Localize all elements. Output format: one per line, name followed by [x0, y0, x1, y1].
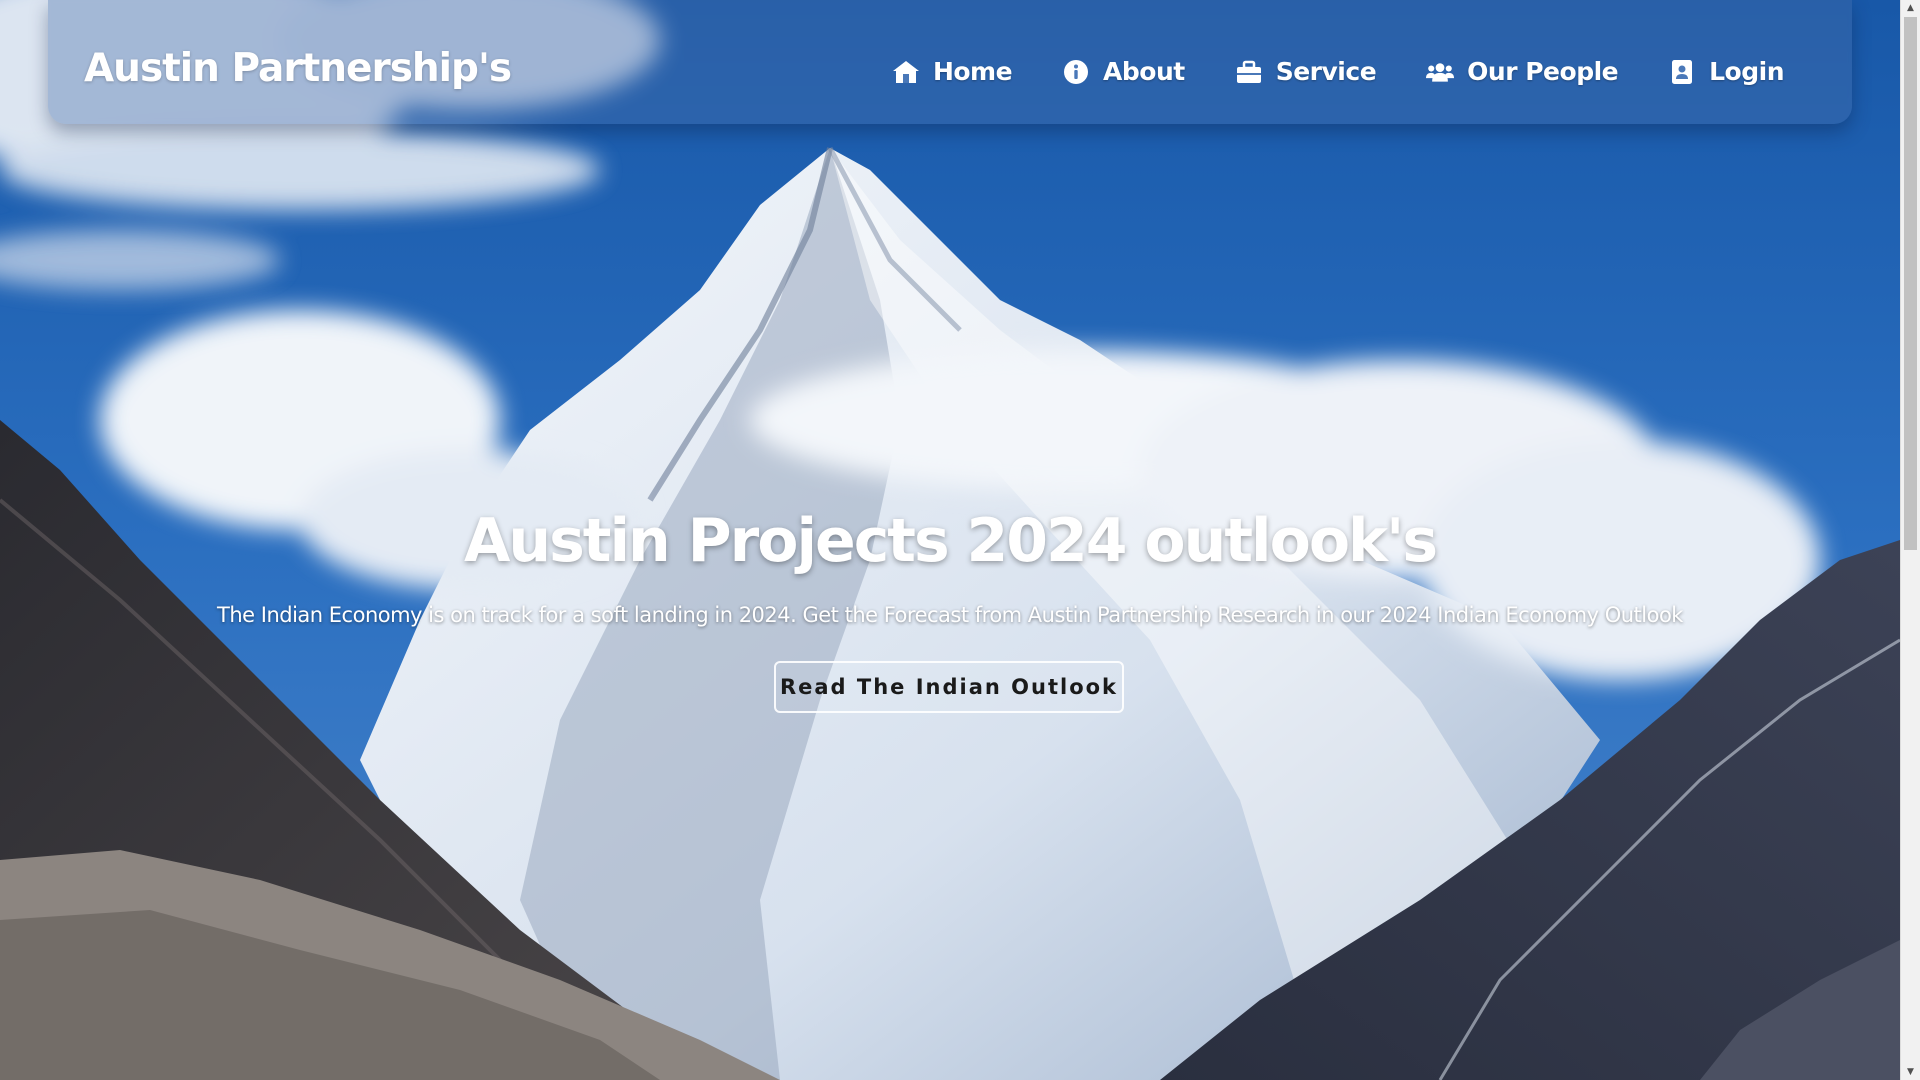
users-icon [1426, 59, 1455, 85]
top-navbar: Austin Partnership's Home About Service … [48, 0, 1852, 124]
nav-item-our-people[interactable]: Our People [1426, 57, 1619, 86]
nav-label-service: Service [1275, 57, 1377, 86]
home-icon [892, 59, 920, 85]
nav-links: Home About Service Our People Login [892, 57, 1784, 86]
nav-label-login: Login [1709, 57, 1784, 86]
nav-label-our-people: Our People [1467, 57, 1619, 86]
nav-label-home: Home [932, 57, 1013, 86]
vertical-scrollbar[interactable]: ▲ ▼ [1900, 0, 1920, 1080]
read-outlook-button[interactable]: Read The Indian Outlook [774, 661, 1124, 713]
scroll-up-arrow-icon[interactable]: ▲ [1901, 0, 1920, 16]
briefcase-icon [1235, 59, 1263, 85]
scroll-down-arrow-icon[interactable]: ▼ [1901, 1064, 1920, 1080]
nav-item-service[interactable]: Service [1235, 57, 1377, 86]
id-card-icon [1668, 59, 1696, 85]
brand-logo-text[interactable]: Austin Partnership's [84, 46, 512, 91]
nav-item-login[interactable]: Login [1668, 57, 1784, 86]
scrollbar-thumb[interactable] [1904, 17, 1917, 550]
nav-label-about: About [1103, 57, 1185, 86]
info-icon [1062, 59, 1090, 85]
hero-subtitle: The Indian Economy is on track for a sof… [217, 603, 1683, 627]
nav-item-home[interactable]: Home [892, 57, 1013, 86]
nav-item-about[interactable]: About [1062, 57, 1185, 86]
hero-title: Austin Projects 2024 outlook's [463, 506, 1438, 576]
